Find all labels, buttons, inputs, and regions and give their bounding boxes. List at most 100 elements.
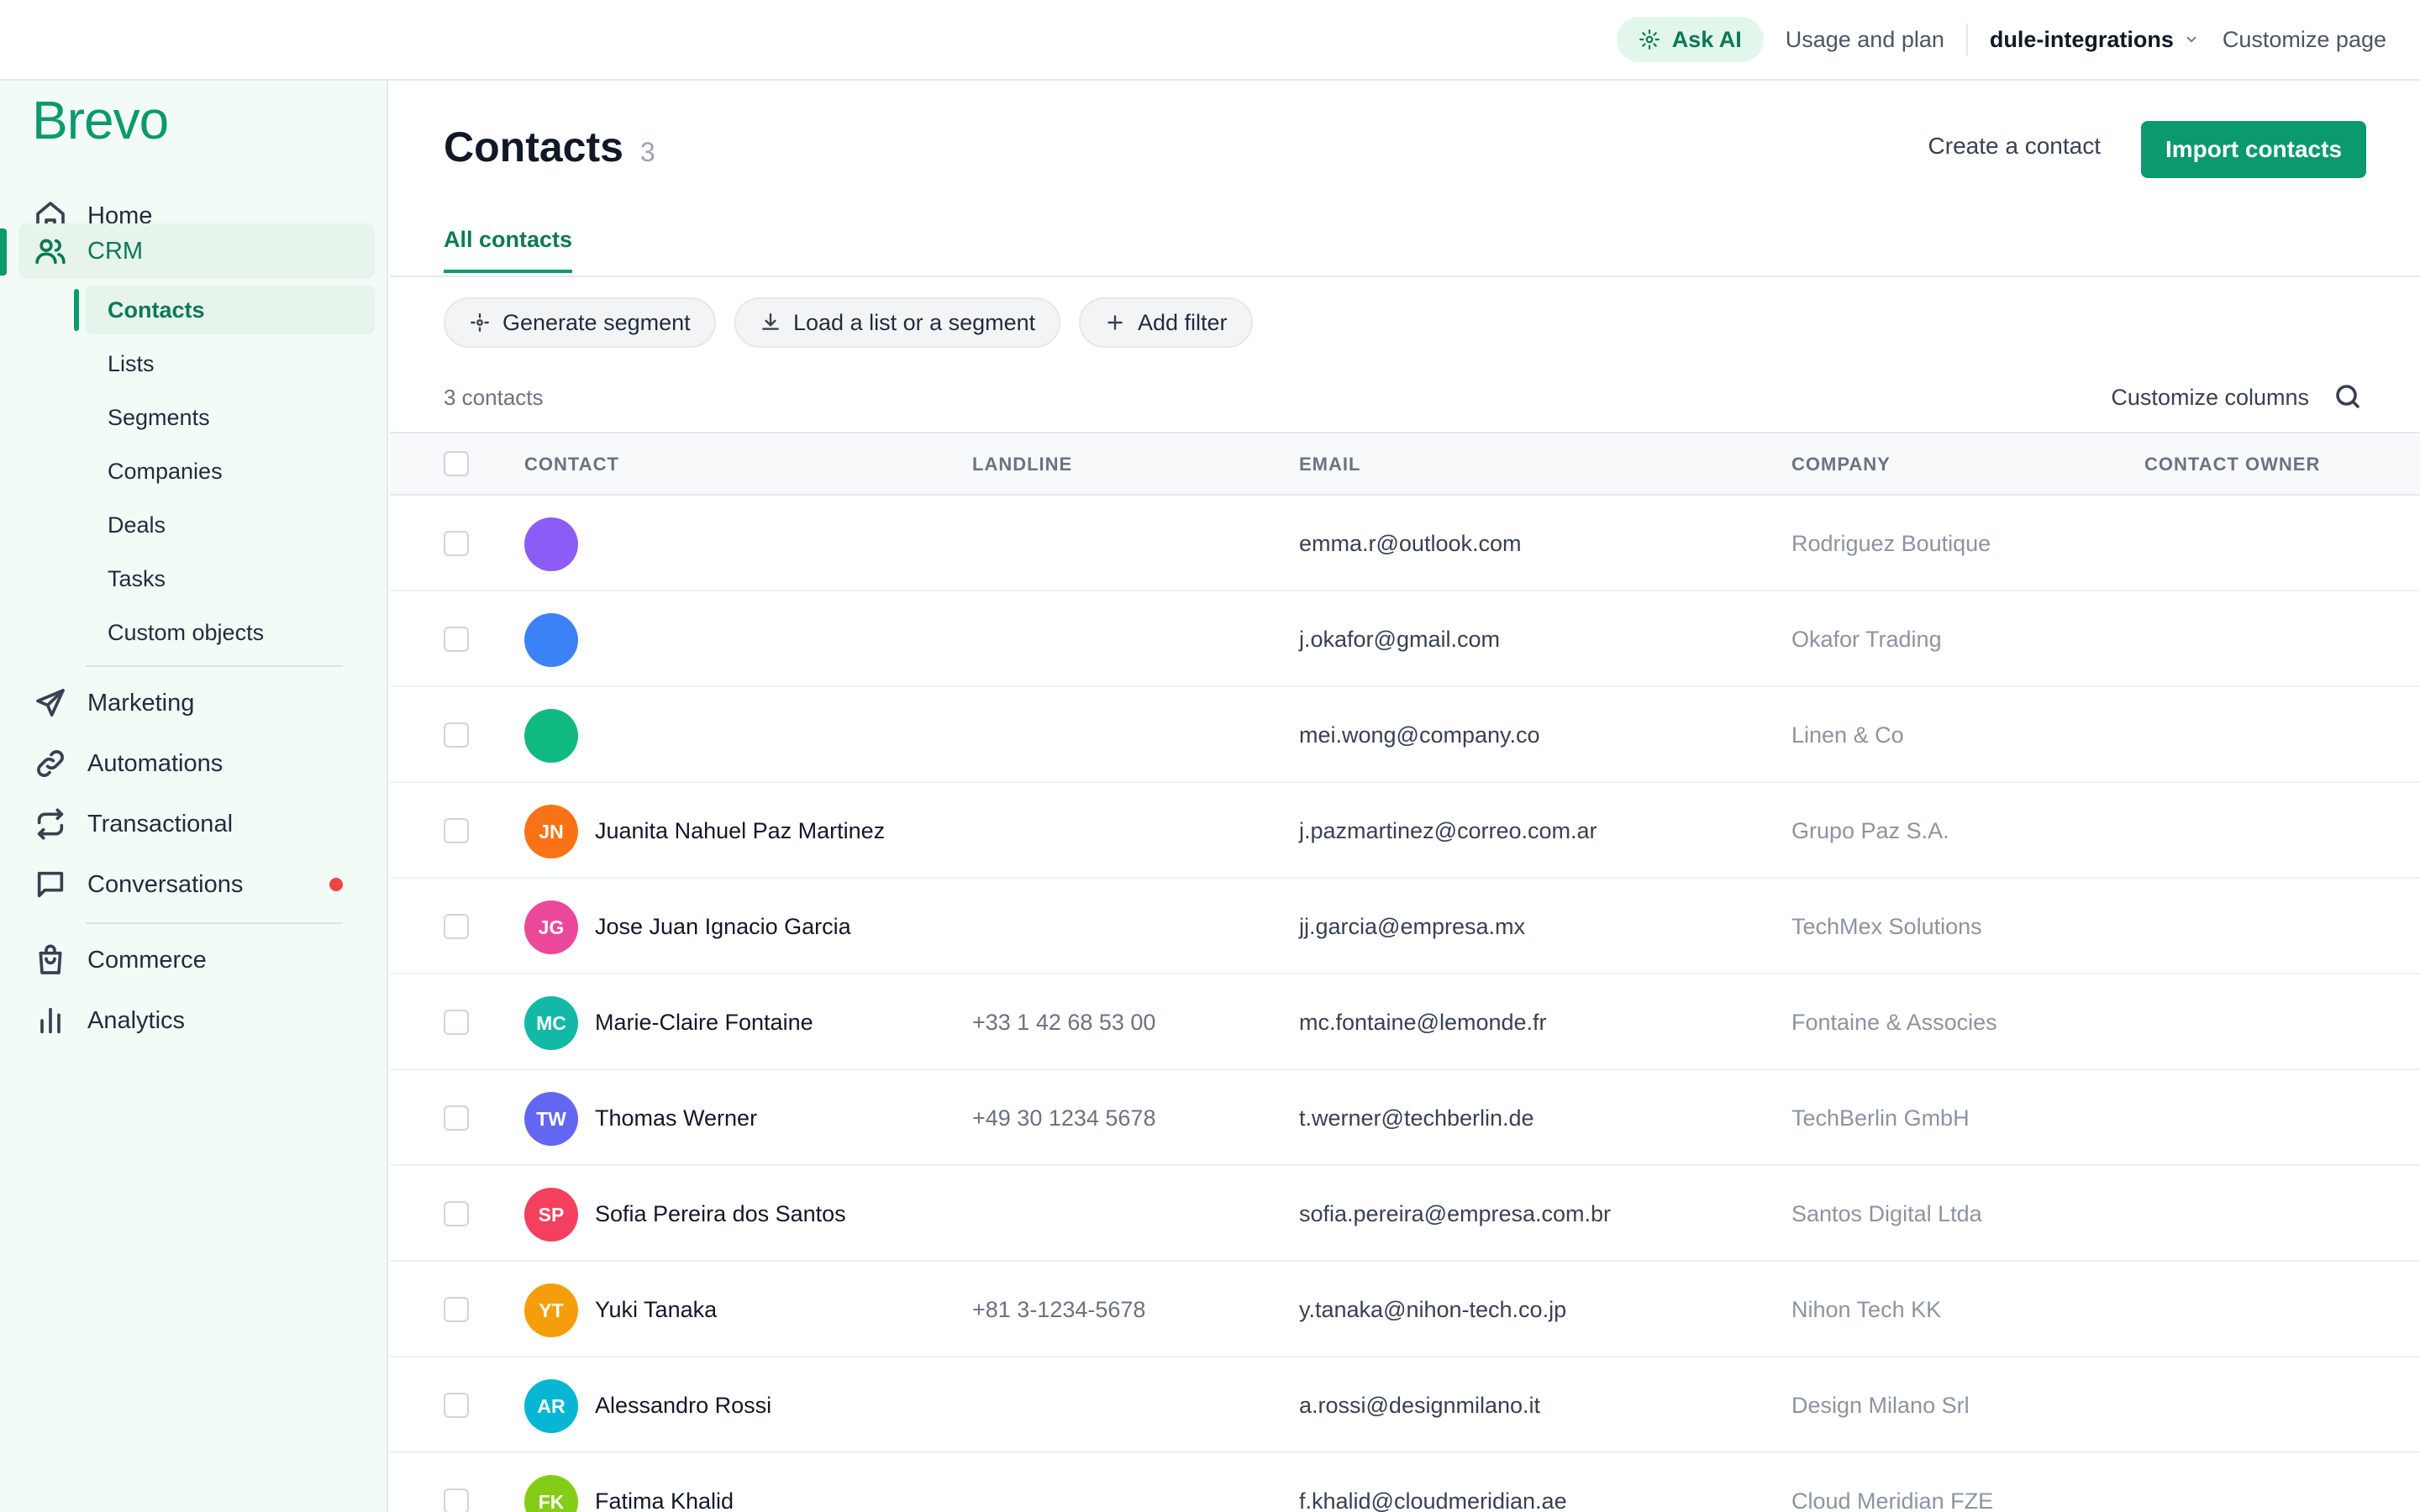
nav-automations[interactable]: Automations — [18, 736, 375, 791]
create-contact-button[interactable]: Create a contact — [1928, 133, 2101, 160]
table-row[interactable]: TW Thomas Werner +49 30 1234 5678 t.werner@… — [390, 1070, 2420, 1166]
nav-marketing[interactable]: Marketing — [18, 675, 375, 731]
select-all-checkbox[interactable] — [444, 451, 469, 476]
avatar — [524, 517, 578, 571]
contact-name[interactable]: Alessandro Rossi — [595, 1393, 771, 1419]
contact-name[interactable]: Jose Juan Ignacio Garcia — [595, 914, 851, 940]
page-title-count: 3 — [639, 137, 655, 167]
avatar: AR — [524, 1379, 578, 1433]
contact-name[interactable]: Yuki Tanaka — [595, 1297, 717, 1323]
nav-automations-label: Automations — [87, 749, 224, 777]
sidebar-item-deals[interactable]: Deals — [86, 501, 375, 549]
customize-page-link[interactable]: Customize page — [2223, 27, 2386, 53]
tabs-divider — [390, 276, 2420, 277]
contact-email: emma.r@outlook.com — [1299, 531, 1522, 556]
nav-conversations[interactable]: Conversations — [18, 857, 375, 912]
row-checkbox[interactable] — [444, 914, 469, 939]
unread-dot — [329, 878, 343, 891]
tab-all-contacts[interactable]: All contacts — [444, 227, 573, 273]
sparkle-icon — [1639, 29, 1660, 50]
import-contacts-button[interactable]: Import contacts — [2141, 121, 2366, 178]
table-row[interactable]: FK Fatima Khalid f.khalid@cloudmeridian.ae… — [390, 1453, 2420, 1512]
nav-crm[interactable]: CRM — [18, 223, 375, 279]
sparkle-icon — [471, 313, 489, 332]
column-header-company[interactable]: COMPANY — [1791, 454, 1891, 475]
contact-email: j.okafor@gmail.com — [1299, 627, 1500, 652]
contact-name[interactable]: Fatima Khalid — [595, 1488, 734, 1512]
row-checkbox[interactable] — [444, 1393, 469, 1418]
shopping-bag-icon — [39, 944, 62, 974]
avatar — [524, 613, 578, 667]
contact-name[interactable]: Sofia Pereira dos Santos — [595, 1201, 846, 1227]
generate-segment-label: Generate segment — [502, 309, 691, 335]
sidebar-item-companies[interactable]: Companies — [86, 447, 375, 496]
row-checkbox[interactable] — [444, 722, 469, 748]
avatar: JN — [524, 805, 578, 858]
avatar: JG — [524, 900, 578, 954]
contact-company: Santos Digital Ltda — [1791, 1201, 1982, 1226]
contact-name[interactable]: Thomas Werner — [595, 1105, 757, 1131]
add-filter-label: Add filter — [1138, 309, 1228, 335]
contact-email: f.khalid@cloudmeridian.ae — [1299, 1488, 1567, 1512]
sidebar-item-contacts[interactable]: Contacts — [86, 286, 375, 334]
load-list-button[interactable]: Load a list or a segment — [734, 297, 1061, 348]
contacts-active-indicator — [74, 289, 79, 331]
column-header-contact-owner[interactable]: CONTACT OWNER — [2144, 454, 2320, 475]
sidebar-item-custom-objects[interactable]: Custom objects — [86, 608, 375, 657]
row-checkbox[interactable] — [444, 1297, 469, 1322]
contact-company: Linen & Co — [1791, 722, 1904, 748]
page-title: Contacts — [444, 123, 623, 171]
row-checkbox[interactable] — [444, 1488, 469, 1512]
account-name: dule-integrations — [1989, 26, 2174, 52]
search-button[interactable] — [2333, 381, 2366, 415]
row-checkbox[interactable] — [444, 531, 469, 556]
contact-name[interactable]: Marie-Claire Fontaine — [595, 1010, 813, 1036]
contact-email: sofia.pereira@empresa.com.br — [1299, 1201, 1612, 1226]
table-row[interactable]: SP Sofia Pereira dos Santos sofia.pereira@… — [390, 1166, 2420, 1262]
usage-and-plan-link[interactable]: Usage and plan — [1786, 27, 1944, 53]
contact-email: jj.garcia@empresa.mx — [1299, 914, 1525, 939]
row-checkbox[interactable] — [444, 1010, 469, 1035]
table-row[interactable]: JG Jose Juan Ignacio Garcia jj.garcia@empr… — [390, 879, 2420, 974]
main-content: Contacts 3 Create a contact Import conta… — [390, 81, 2420, 1512]
table-row[interactable]: emma.r@outlook.com Rodriguez Boutique — [390, 496, 2420, 591]
row-checkbox[interactable] — [444, 818, 469, 843]
sidebar-item-tasks[interactable]: Tasks — [86, 554, 375, 603]
ask-ai-label: Ask AI — [1671, 26, 1742, 52]
table-row[interactable]: JN Juanita Nahuel Paz Martinez j.pazmartin… — [390, 783, 2420, 879]
nav-commerce[interactable]: Commerce — [18, 932, 375, 988]
table-row[interactable]: j.okafor@gmail.com Okafor Trading — [390, 591, 2420, 687]
customize-columns-button[interactable]: Customize columns — [2111, 385, 2309, 411]
row-checkbox[interactable] — [444, 1201, 469, 1226]
table-row[interactable]: mei.wong@company.co Linen & Co — [390, 687, 2420, 783]
contact-company: Fontaine & Associes — [1791, 1010, 1997, 1035]
account-switcher[interactable]: dule-integrations — [1990, 27, 2199, 53]
nav-analytics-label: Analytics — [87, 1006, 186, 1034]
table-row[interactable]: YT Yuki Tanaka +81 3-1234-5678 y.tanaka@nih… — [390, 1262, 2420, 1357]
ask-ai-button[interactable]: Ask AI — [1616, 17, 1764, 62]
table-row[interactable]: MC Marie-Claire Fontaine +33 1 42 68 53 00… — [390, 974, 2420, 1070]
column-header-email[interactable]: EMAIL — [1299, 454, 1360, 475]
sidebar: Brevo Home CRM Contacts Lists Segments C… — [0, 81, 388, 1512]
users-icon — [35, 239, 66, 265]
generate-segment-button[interactable]: Generate segment — [444, 297, 716, 348]
sidebar-divider-2 — [86, 922, 343, 924]
nav-conversations-label: Conversations — [87, 870, 244, 898]
sidebar-item-lists[interactable]: Lists — [86, 339, 375, 388]
column-header-contact[interactable]: CONTACT — [524, 454, 619, 475]
nav-analytics[interactable]: Analytics — [18, 993, 375, 1048]
contact-email: a.rossi@designmilano.it — [1299, 1393, 1541, 1418]
nav-transactional[interactable]: Transactional — [18, 796, 375, 852]
nav-marketing-label: Marketing — [87, 689, 195, 717]
row-checkbox[interactable] — [444, 1105, 469, 1131]
row-checkbox[interactable] — [444, 627, 469, 652]
sidebar-item-segments[interactable]: Segments — [86, 393, 375, 442]
plus-icon — [1107, 315, 1123, 330]
add-filter-button[interactable]: Add filter — [1079, 297, 1253, 348]
column-header-landline[interactable]: LANDLINE — [972, 454, 1072, 475]
contact-company: TechBerlin GmbH — [1791, 1105, 1970, 1131]
contact-name[interactable]: Juanita Nahuel Paz Martinez — [595, 818, 885, 844]
table-row[interactable]: AR Alessandro Rossi a.rossi@designmilano.i… — [390, 1357, 2420, 1453]
search-icon — [2336, 385, 2360, 408]
brevo-logo[interactable]: Brevo — [32, 91, 169, 150]
